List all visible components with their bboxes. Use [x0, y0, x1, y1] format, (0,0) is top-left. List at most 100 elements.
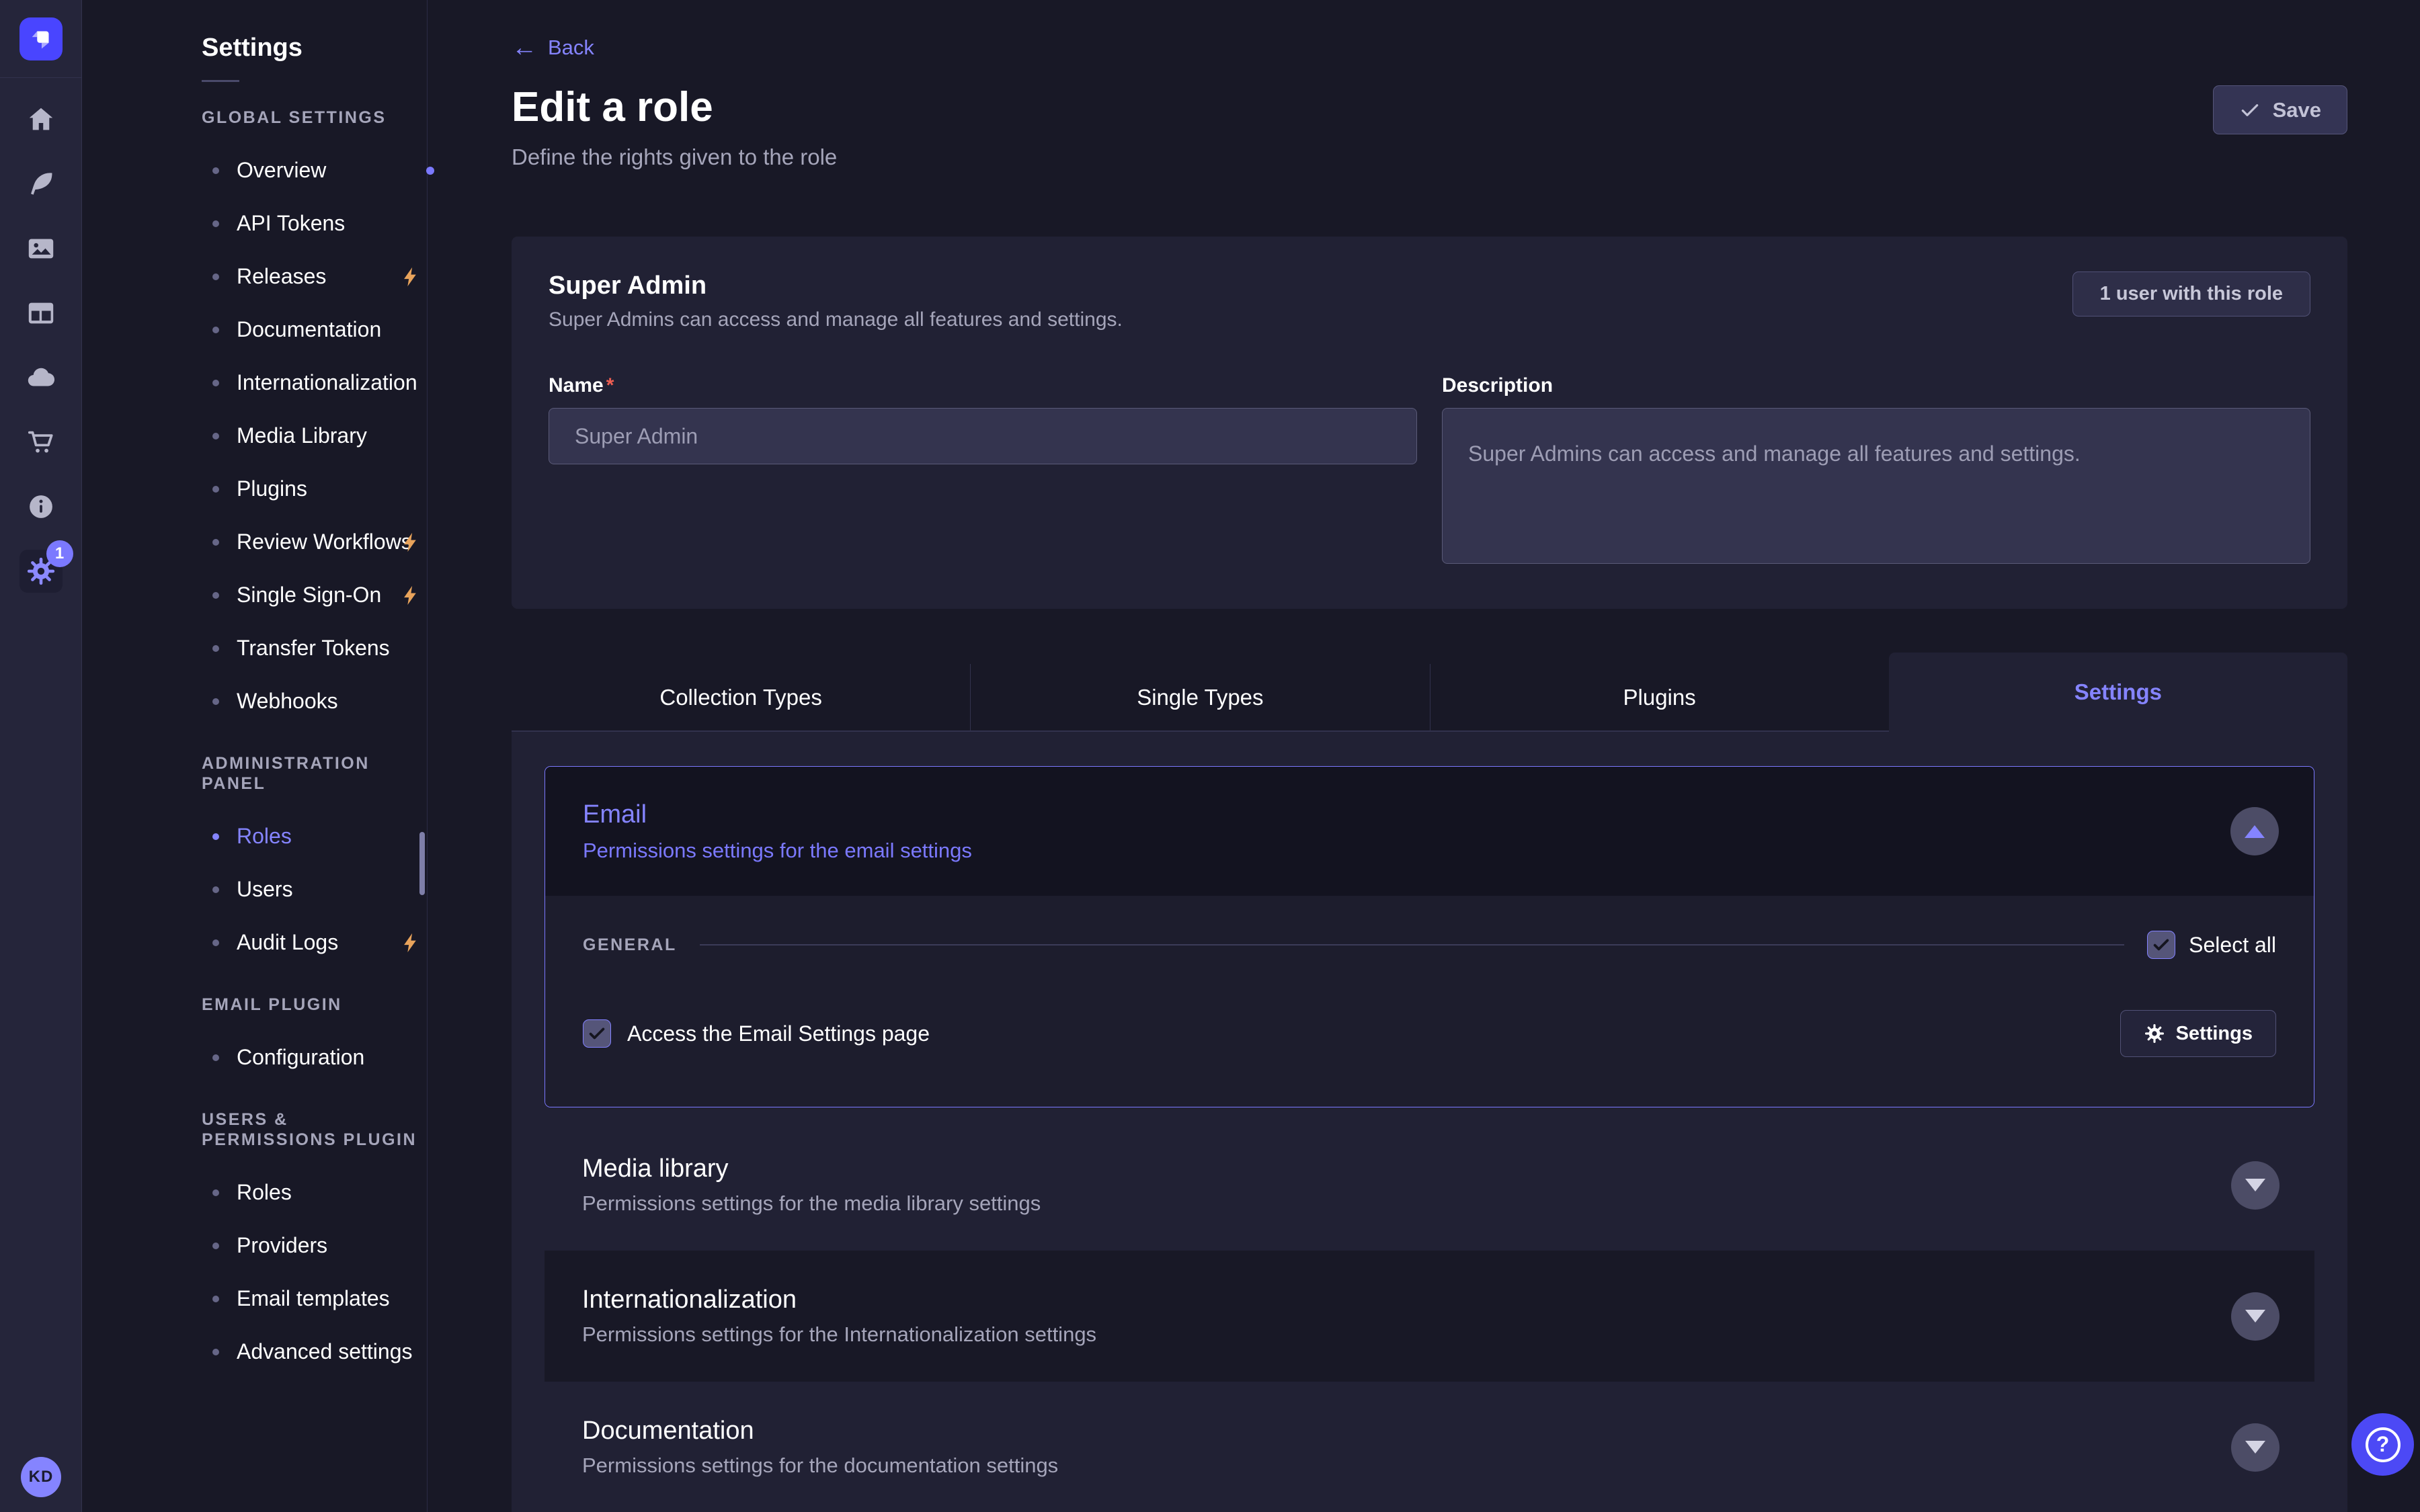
bullet-icon: [212, 167, 219, 174]
bullet-icon: [212, 833, 219, 840]
content-type-builder-nav-button[interactable]: [19, 292, 63, 335]
email-settings-button[interactable]: Settings: [2120, 1010, 2276, 1057]
bullet-icon: [212, 433, 219, 439]
info-nav-button[interactable]: [19, 485, 63, 528]
cloud-icon: [26, 362, 56, 393]
expand-toggle-button[interactable]: [2231, 1423, 2280, 1472]
sidebar-item-providers[interactable]: Providers: [202, 1219, 415, 1272]
nav-list-admin: Roles Users Audit Logs: [202, 810, 427, 969]
section-label-global-settings: GLOBAL SETTINGS: [202, 108, 427, 128]
deploy-cloud-nav-button[interactable]: [19, 356, 63, 399]
settings-nav-button[interactable]: 1: [19, 550, 63, 593]
users-with-role-button[interactable]: 1 user with this role: [2072, 271, 2310, 317]
sidebar-item-internationalization[interactable]: Internationalization: [202, 356, 415, 409]
lightning-icon: [399, 531, 422, 554]
sidebar-item-roles[interactable]: Roles: [202, 810, 415, 863]
home-nav-button[interactable]: [19, 98, 63, 141]
sidebar-item-single-sign-on[interactable]: Single Sign-On: [202, 569, 415, 622]
tab-single-types[interactable]: Single Types: [971, 664, 1430, 732]
content-manager-nav-button[interactable]: [19, 163, 63, 206]
sidebar-item-transfer-tokens[interactable]: Transfer Tokens: [202, 622, 415, 675]
select-all-checkbox[interactable]: [2147, 931, 2175, 959]
bullet-icon: [212, 1189, 219, 1196]
subnav-divider: [202, 80, 239, 82]
sidebar-item-review-workflows[interactable]: Review Workflows: [202, 515, 415, 569]
section-label-administration-panel: ADMINISTRATION PANEL: [202, 753, 427, 794]
tab-collection-types[interactable]: Collection Types: [512, 664, 971, 732]
select-all-label: Select all: [2189, 933, 2276, 958]
question-mark-icon: ?: [2366, 1427, 2401, 1462]
page-subtitle: Define the rights given to the role: [512, 144, 2347, 170]
tab-plugins[interactable]: Plugins: [1430, 664, 1889, 732]
save-button[interactable]: Save: [2213, 85, 2347, 134]
accordion-media-library[interactable]: Media library Permissions settings for t…: [544, 1120, 2314, 1251]
nav-list-email-plugin: Configuration: [202, 1031, 427, 1084]
general-section-label: GENERAL: [583, 935, 677, 955]
accordion-title: Media library: [582, 1154, 1041, 1183]
divider-line: [700, 944, 2124, 946]
checkmark-icon: [2151, 935, 2171, 955]
accordion-email-header[interactable]: Email Permissions settings for the email…: [545, 767, 2314, 896]
back-link[interactable]: ← Back: [512, 35, 2347, 60]
role-summary: Super Admins can access and manage all f…: [549, 308, 1123, 331]
marketplace-nav-button[interactable]: [19, 421, 63, 464]
tab-settings[interactable]: Settings: [1889, 653, 2347, 732]
role-card-header: Super Admin Super Admins can access and …: [549, 271, 2310, 331]
bullet-icon: [212, 1054, 219, 1061]
accordion-subtitle: Permissions settings for the media libra…: [582, 1191, 1041, 1216]
shopping-cart-icon: [26, 427, 56, 458]
name-input[interactable]: [549, 408, 1417, 464]
strapi-logo[interactable]: [19, 17, 63, 60]
accordion-heading: Internationalization Permissions setting…: [582, 1286, 1096, 1347]
role-card: Super Admin Super Admins can access and …: [512, 237, 2347, 609]
sidebar-item-advanced-settings[interactable]: Advanced settings: [202, 1325, 415, 1378]
sidebar-item-up-roles[interactable]: Roles: [202, 1166, 415, 1219]
bullet-icon: [212, 380, 219, 386]
info-icon: [26, 491, 56, 522]
section-label-users-permissions-plugin: USERS & PERMISSIONS PLUGIN: [202, 1109, 427, 1150]
accordion-internationalization[interactable]: Internationalization Permissions setting…: [544, 1251, 2314, 1382]
sidebar-item-email-templates[interactable]: Email templates: [202, 1272, 415, 1325]
permission-checkbox-group: Access the Email Settings page: [583, 1019, 930, 1048]
subnav-title: Settings: [202, 34, 427, 62]
accordion-documentation[interactable]: Documentation Permissions settings for t…: [544, 1382, 2314, 1512]
accordion-list: Media library Permissions settings for t…: [544, 1120, 2314, 1512]
notification-badge: 1: [46, 540, 73, 567]
sidebar-item-webhooks[interactable]: Webhooks: [202, 675, 415, 728]
sidebar-item-releases[interactable]: Releases: [202, 250, 415, 303]
name-field-group: Name*: [549, 374, 1417, 567]
help-button[interactable]: ?: [2351, 1413, 2414, 1476]
subnav-scrollbar-thumb[interactable]: [419, 832, 425, 895]
bullet-icon: [212, 1296, 219, 1302]
sidebar-item-documentation[interactable]: Documentation: [202, 303, 415, 356]
accordion-title: Documentation: [582, 1417, 1058, 1445]
sidebar-item-api-tokens[interactable]: API Tokens: [202, 197, 415, 250]
bullet-icon: [212, 274, 219, 280]
permissions-tabbar: Collection Types Single Types Plugins Se…: [512, 653, 2347, 732]
permission-checkbox[interactable]: [583, 1019, 611, 1048]
rail-icon-list: 1: [0, 78, 81, 614]
accordion-heading: Media library Permissions settings for t…: [582, 1154, 1041, 1216]
bullet-icon: [212, 645, 219, 652]
general-row: GENERAL Select all: [583, 931, 2276, 959]
description-textarea[interactable]: Super Admins can access and manage all f…: [1442, 408, 2310, 564]
media-library-nav-button[interactable]: [19, 227, 63, 270]
expand-toggle-button[interactable]: [2231, 1292, 2280, 1341]
sidebar-item-users[interactable]: Users: [202, 863, 415, 916]
accordion-subtitle: Permissions settings for the email setti…: [583, 839, 972, 863]
bullet-icon: [212, 220, 219, 227]
expand-toggle-button[interactable]: [2231, 1161, 2280, 1210]
sidebar-item-audit-logs[interactable]: Audit Logs: [202, 916, 415, 969]
accordion-email: Email Permissions settings for the email…: [544, 766, 2314, 1107]
bullet-icon: [212, 486, 219, 493]
sidebar-item-plugins[interactable]: Plugins: [202, 462, 415, 515]
bullet-icon: [212, 592, 219, 599]
sidebar-item-configuration[interactable]: Configuration: [202, 1031, 415, 1084]
sidebar-item-media-library[interactable]: Media Library: [202, 409, 415, 462]
user-avatar[interactable]: KD: [21, 1457, 61, 1497]
role-fields: Name* Description Super Admins can acces…: [549, 374, 2310, 567]
strapi-logo-icon: [26, 24, 56, 54]
accordion-email-heading: Email Permissions settings for the email…: [583, 800, 972, 863]
sidebar-item-overview[interactable]: Overview: [202, 144, 415, 197]
collapse-toggle-button[interactable]: [2230, 807, 2279, 855]
